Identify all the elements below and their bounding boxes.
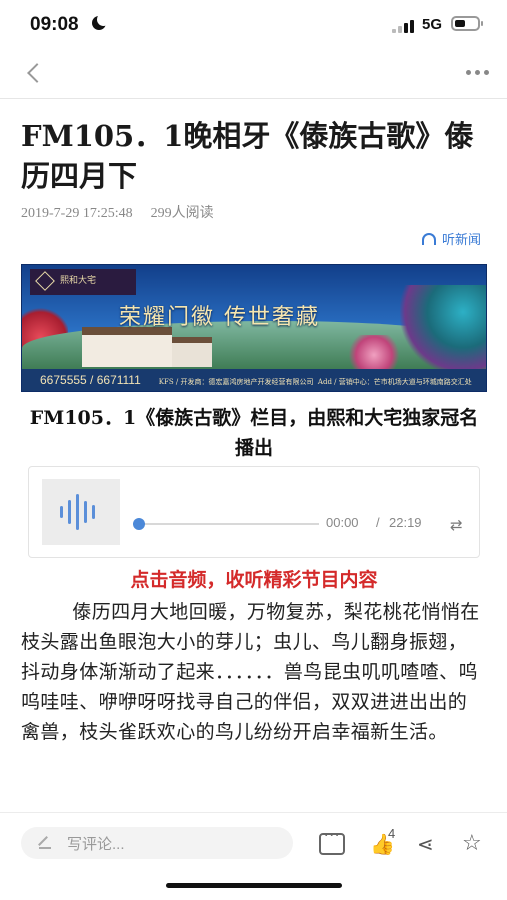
brand-logo-text: 熙和大宅 bbox=[60, 276, 97, 286]
article-meta: 2019-7-29 17:25:48 299人阅读 bbox=[21, 202, 214, 222]
audio-cover[interactable] bbox=[42, 479, 120, 545]
share-icon[interactable]: ⋖ bbox=[417, 833, 443, 855]
nav-bar bbox=[0, 52, 507, 99]
status-bar: 09:08 5G bbox=[0, 0, 507, 52]
audio-total-time: 22:19 bbox=[389, 515, 422, 530]
ad-banner[interactable]: 熙和大宅 荣耀门徽 传世奢藏 6675555 / 6671111 KFS / 开发… bbox=[21, 264, 487, 392]
audio-time-separator: / bbox=[376, 515, 380, 530]
headphones-icon bbox=[421, 233, 436, 245]
audio-progress-handle[interactable] bbox=[133, 518, 145, 530]
peacock-graphic bbox=[400, 285, 486, 375]
villa-graphic-2 bbox=[172, 337, 212, 367]
publish-date: 2019-7-29 17:25:48 bbox=[21, 206, 133, 221]
villa-graphic bbox=[82, 327, 172, 367]
audio-progress-track[interactable] bbox=[137, 523, 319, 525]
article-paragraph: 傣历四月大地回暖，万物复苏，梨花桃花悄悄在枝头露出鱼眼泡大小的芽儿；虫儿、鸟儿翻… bbox=[21, 601, 480, 743]
read-count: 299人阅读 bbox=[150, 206, 214, 221]
banner-phone: 6675555 / 6671111 bbox=[40, 373, 141, 387]
star-icon[interactable]: ☆ bbox=[462, 833, 488, 855]
article-body: 傣历四月大地回暖，万物复苏，梨花桃花悄悄在枝头露出鱼眼泡大小的芽儿；虫儿、鸟儿翻… bbox=[21, 597, 485, 812]
status-time: 09:08 bbox=[30, 14, 79, 35]
comment-icon[interactable] bbox=[319, 828, 345, 855]
audio-cta: 点击音频，收听精彩节目内容 bbox=[130, 569, 378, 591]
moon-icon bbox=[92, 13, 110, 30]
audio-player: 00:00 / 22:19 ⇄ bbox=[28, 466, 480, 558]
banner-slogan: 荣耀门徽 传世奢藏 bbox=[119, 305, 320, 330]
network-type: 5G bbox=[422, 16, 443, 33]
audio-current-time: 00:00 bbox=[326, 515, 359, 530]
more-button[interactable] bbox=[466, 70, 492, 76]
signal-icon bbox=[392, 19, 414, 33]
bottom-toolbar: 写评论... 👍 4 ⋖ ☆ bbox=[0, 812, 507, 900]
logo-mark-icon bbox=[35, 271, 55, 291]
article-title: FM105．1晚相牙《傣族古歌》傣历四月下 bbox=[21, 119, 474, 193]
comment-placeholder: 写评论... bbox=[67, 836, 125, 853]
brand-logo: 熙和大宅 bbox=[30, 269, 136, 295]
banner-address: Add / 营销中心：芒市机场大道与环城南路交汇处 bbox=[317, 378, 472, 386]
banner-footer: 6675555 / 6671111 KFS / 开发商：德宏嘉鸿房地产开发经营有限… bbox=[22, 369, 486, 391]
banner-developer: KFS / 开发商：德宏嘉鸿房地产开发经营有限公司 bbox=[158, 378, 314, 386]
comment-input[interactable]: 写评论... bbox=[21, 827, 293, 859]
listen-label: 听新闻 bbox=[441, 232, 481, 247]
home-indicator bbox=[166, 883, 342, 888]
like-count: 4 bbox=[388, 826, 396, 841]
pen-icon bbox=[39, 837, 51, 849]
back-button[interactable] bbox=[27, 63, 47, 83]
battery-icon bbox=[451, 16, 483, 31]
loop-icon[interactable]: ⇄ bbox=[450, 516, 463, 534]
sponsor-note: FM105．1《傣族古歌》栏目，由熙和大宅独家冠名播出 bbox=[29, 407, 479, 459]
listen-news-button[interactable]: 听新闻 bbox=[421, 229, 481, 248]
